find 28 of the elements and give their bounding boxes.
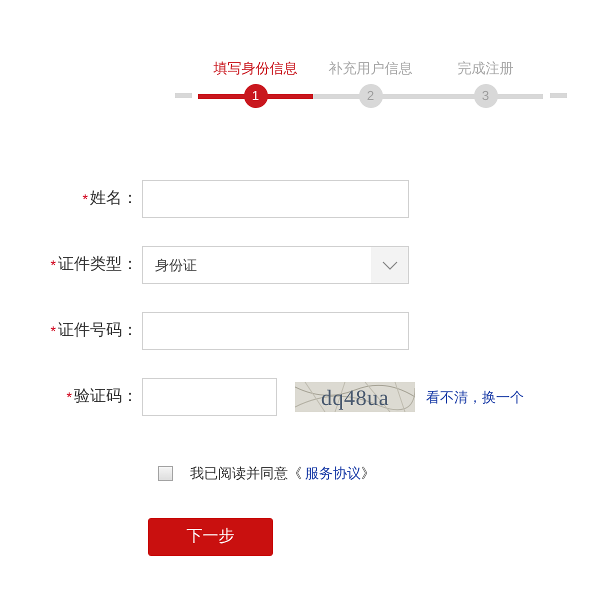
required-mark: * <box>50 322 56 340</box>
terms-link[interactable]: 服务协议 <box>305 463 361 484</box>
agree-checkbox[interactable] <box>158 466 173 481</box>
closing-bracket: 》 <box>361 464 375 483</box>
required-mark: * <box>50 256 56 274</box>
select-field[interactable]: 身份证 <box>142 246 409 284</box>
track-end <box>550 93 567 98</box>
captcha-field[interactable] <box>142 378 277 416</box>
step-number: 1 <box>244 84 268 108</box>
field-label: 证件号码： <box>58 321 138 341</box>
track-end <box>175 93 192 98</box>
next-step-button[interactable]: 下一步 <box>148 518 273 556</box>
step-label: 补充用户信息 <box>328 59 412 78</box>
step-number: 3 <box>474 84 498 108</box>
required-mark: * <box>82 190 88 208</box>
text-field[interactable] <box>142 312 409 350</box>
step-label: 完成注册 <box>458 59 514 78</box>
field-label: 证件类型： <box>58 254 138 275</box>
step-label: 填写身份信息 <box>214 59 298 78</box>
required-mark: * <box>66 388 72 406</box>
agreement-text: 我已阅读并同意《 <box>190 464 302 483</box>
captcha-image: dq48ua <box>295 382 415 412</box>
refresh-captcha-link[interactable]: 看不清，换一个 <box>426 386 524 408</box>
field-label: 姓名： <box>90 189 138 209</box>
chevron-down-icon <box>382 260 398 270</box>
step-number: 2 <box>358 84 382 108</box>
field-label: 验证码： <box>74 387 138 407</box>
text-field[interactable] <box>142 180 409 218</box>
